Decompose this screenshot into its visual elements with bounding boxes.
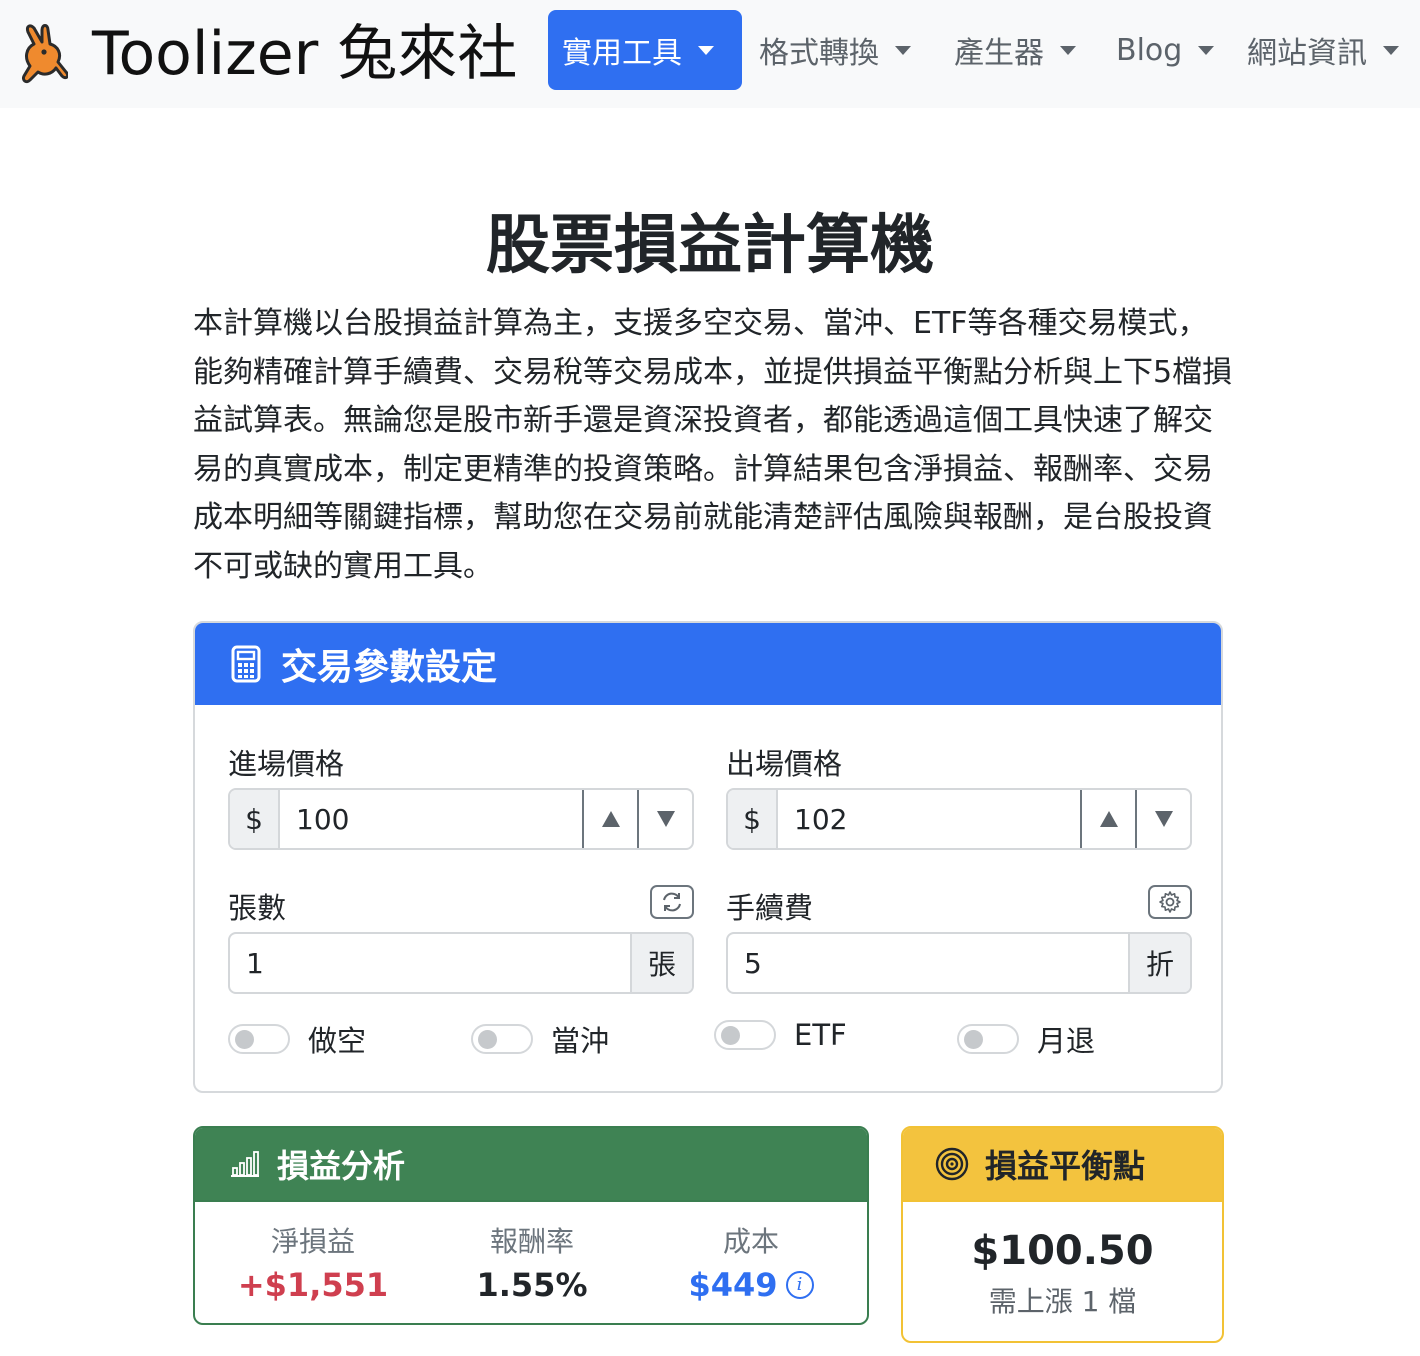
toggle-monthly-refund[interactable]: 月退 [957, 1018, 1095, 1060]
switch-track[interactable] [714, 1020, 776, 1050]
net-profit-amount: +$1,551 [237, 1266, 389, 1304]
fee-settings-button[interactable] [1148, 885, 1192, 919]
roi-label: 報酬率 [489, 1225, 574, 1258]
fee-label: 手續費 [726, 891, 814, 925]
roi-value: 1.55% [422, 1260, 642, 1310]
pl-analysis-title: 損益分析 [277, 1147, 406, 1185]
nav-menu-generators-label: 產生器 [954, 36, 1044, 71]
entry-price-decrement-button[interactable] [637, 790, 692, 848]
metric-cost: 成本 $449 i [641, 1224, 861, 1310]
net-profit-label: 淨損益 [270, 1225, 355, 1258]
intro-paragraph: 本計算機以台股損益計算為主，支援多空交易、當沖、ETF等各種交易模式，能夠精確計… [193, 306, 1233, 584]
chevron-down-icon [895, 45, 911, 55]
currency-prefix: $ [728, 790, 778, 848]
switch-knob [721, 1026, 740, 1045]
entry-price-increment-button[interactable] [582, 790, 637, 848]
lots-label: 張數 [228, 891, 287, 925]
breakeven-title: 損益平衡點 [985, 1147, 1146, 1185]
brand-logo-link[interactable]: Toolizer 兔來社 [14, 18, 517, 90]
toggle-short[interactable]: 做空 [228, 1018, 366, 1060]
nav-menu-tools-label: 實用工具 [562, 36, 682, 71]
gear-icon [1159, 891, 1181, 913]
toggle-etf-label: ETF [794, 1018, 847, 1052]
fee-unit: 折 [1128, 934, 1190, 992]
triangle-up-icon [601, 811, 620, 827]
switch-track[interactable] [471, 1024, 533, 1054]
chevron-down-icon [1383, 45, 1399, 55]
metric-net-profit: 淨損益 +$1,551 [203, 1224, 423, 1310]
lots-group: 1 張 [228, 932, 694, 994]
entry-price-input[interactable]: 100 [280, 790, 582, 848]
calculator-icon [231, 645, 261, 683]
breakeven-price: $100.50 [971, 1228, 1154, 1274]
triangle-down-icon [656, 811, 675, 827]
metric-roi: 報酬率 1.55% [422, 1224, 642, 1310]
trade-params-card: 交易參數設定 進場價格 $ 100 出場價格 $ 102 張數 1 張 手續費 [193, 621, 1223, 1093]
brand-name: Toolizer 兔來社 [92, 19, 518, 89]
nav-menu-site-info[interactable]: 網站資訊 [1233, 10, 1413, 90]
triangle-up-icon [1099, 811, 1118, 827]
chevron-down-icon [698, 45, 714, 55]
navbar: Toolizer 兔來社 實用工具 格式轉換 產生器 Blog 網站資訊 [0, 0, 1420, 108]
exit-price-input[interactable]: 102 [778, 790, 1080, 848]
net-profit-value: +$1,551 [203, 1260, 423, 1310]
bar-chart-icon [231, 1151, 259, 1177]
lots-unit: 張 [630, 934, 692, 992]
rabbit-logo-icon [22, 24, 68, 84]
switch-knob [235, 1030, 254, 1049]
refresh-icon [663, 892, 681, 912]
triangle-down-icon [1154, 811, 1173, 827]
fee-discount-input[interactable]: 5 [728, 934, 1128, 992]
pl-analysis-header: 損益分析 [195, 1128, 867, 1202]
breakeven-note: 需上漲 1 檔 [988, 1285, 1137, 1318]
exit-price-label: 出場價格 [726, 747, 843, 781]
entry-price-label: 進場價格 [228, 747, 345, 781]
cost-amount[interactable]: $449 [688, 1260, 777, 1310]
target-icon [935, 1147, 969, 1181]
cost-label: 成本 [722, 1225, 779, 1258]
chevron-down-icon [1198, 45, 1215, 55]
currency-prefix: $ [230, 790, 280, 848]
entry-price-group: $ 100 [228, 788, 694, 850]
fee-group: 5 折 [726, 932, 1192, 994]
nav-menu-tools[interactable]: 實用工具 [548, 10, 742, 90]
trade-params-title: 交易參數設定 [281, 647, 498, 688]
breakeven-card: 損益平衡點 $100.50 需上漲 1 檔 [901, 1126, 1224, 1343]
toggle-daytrade[interactable]: 當沖 [471, 1018, 609, 1060]
breakeven-header: 損益平衡點 [903, 1128, 1222, 1202]
trade-params-header: 交易參數設定 [195, 623, 1221, 705]
switch-track[interactable] [228, 1024, 290, 1054]
nav-menu-site-info-label: 網站資訊 [1247, 36, 1367, 71]
toggle-monthly-refund-label: 月退 [1037, 1024, 1096, 1058]
nav-menu-blog-label: Blog [1116, 32, 1183, 68]
page-title: 股票損益計算機 [486, 209, 934, 283]
nav-menu-convert[interactable]: 格式轉換 [745, 10, 925, 90]
nav-menu-convert-label: 格式轉換 [759, 36, 879, 71]
switch-track[interactable] [957, 1024, 1019, 1054]
cost-value: $449 i [641, 1260, 861, 1310]
exit-price-decrement-button[interactable] [1135, 790, 1190, 848]
exit-price-group: $ 102 [726, 788, 1192, 850]
lots-reset-button[interactable] [650, 885, 694, 919]
roi-amount: 1.55% [476, 1266, 588, 1304]
toggle-short-label: 做空 [308, 1024, 367, 1058]
switch-knob [964, 1030, 983, 1049]
nav-menu-generators[interactable]: 產生器 [940, 10, 1090, 90]
exit-price-increment-button[interactable] [1080, 790, 1135, 848]
chevron-down-icon [1060, 45, 1076, 55]
nav-menu-blog[interactable]: Blog [1102, 10, 1228, 90]
toggle-daytrade-label: 當沖 [551, 1024, 610, 1058]
lots-input[interactable]: 1 [230, 934, 630, 992]
switch-knob [478, 1030, 497, 1049]
toggle-etf[interactable]: ETF [714, 1018, 847, 1052]
info-icon[interactable]: i [785, 1271, 814, 1299]
pl-analysis-card: 損益分析 淨損益 +$1,551 報酬率 1.55% 成本 $449 i [193, 1126, 869, 1325]
